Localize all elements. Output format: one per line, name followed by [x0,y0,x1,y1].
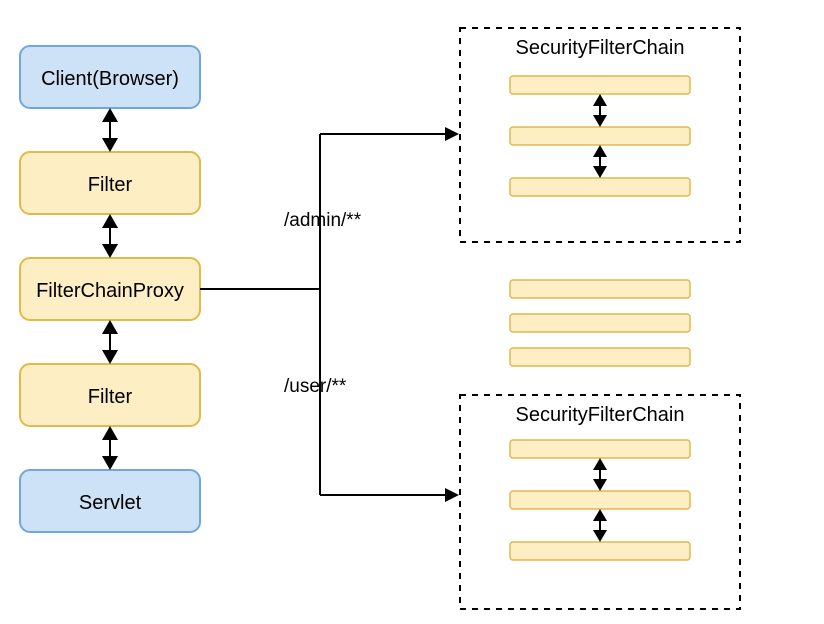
chain-bottom-filter-2 [510,491,690,509]
arrow-proxy-filter [102,320,118,364]
chain-top-arrow-2 [593,145,607,178]
ellipsis-filter-3 [510,348,690,366]
filter-top-label: Filter [88,174,133,196]
arrow-filter-proxy [102,214,118,258]
chain-ellipsis [510,280,690,366]
chain-bottom-arrow-2 [593,509,607,542]
filter-top-node: Filter [20,152,200,214]
chain-bottom: SecurityFilterChain [460,395,740,609]
chain-top-title: SecurityFilterChain [516,37,685,59]
route-admin-label: /admin/** [284,210,362,231]
branches: /admin/** /user/** [200,127,459,502]
chain-top-arrow-1 [593,94,607,127]
filter-bottom-node: Filter [20,364,200,426]
chain-bottom-filter-3 [510,542,690,560]
chain-top-filter-1 [510,76,690,94]
ellipsis-filter-2 [510,314,690,332]
proxy-node: FilterChainProxy [20,258,200,320]
proxy-label: FilterChainProxy [36,280,184,302]
ellipsis-filter-1 [510,280,690,298]
arrow-filter-servlet [102,426,118,470]
chain-top: SecurityFilterChain [460,28,740,242]
chain-top-filter-3 [510,178,690,196]
left-stack: Client(Browser) Filter FilterChainProxy … [20,46,200,532]
client-node: Client(Browser) [20,46,200,108]
chain-top-filter-2 [510,127,690,145]
route-user-label: /user/** [284,376,347,397]
chain-bottom-filter-1 [510,440,690,458]
filter-bottom-label: Filter [88,386,133,408]
arrow-client-filter [102,108,118,152]
chain-bottom-arrow-1 [593,458,607,491]
servlet-node: Servlet [20,470,200,532]
servlet-label: Servlet [79,492,142,514]
diagram: Client(Browser) Filter FilterChainProxy … [0,0,824,624]
chain-bottom-title: SecurityFilterChain [516,404,685,426]
client-label: Client(Browser) [41,68,179,90]
